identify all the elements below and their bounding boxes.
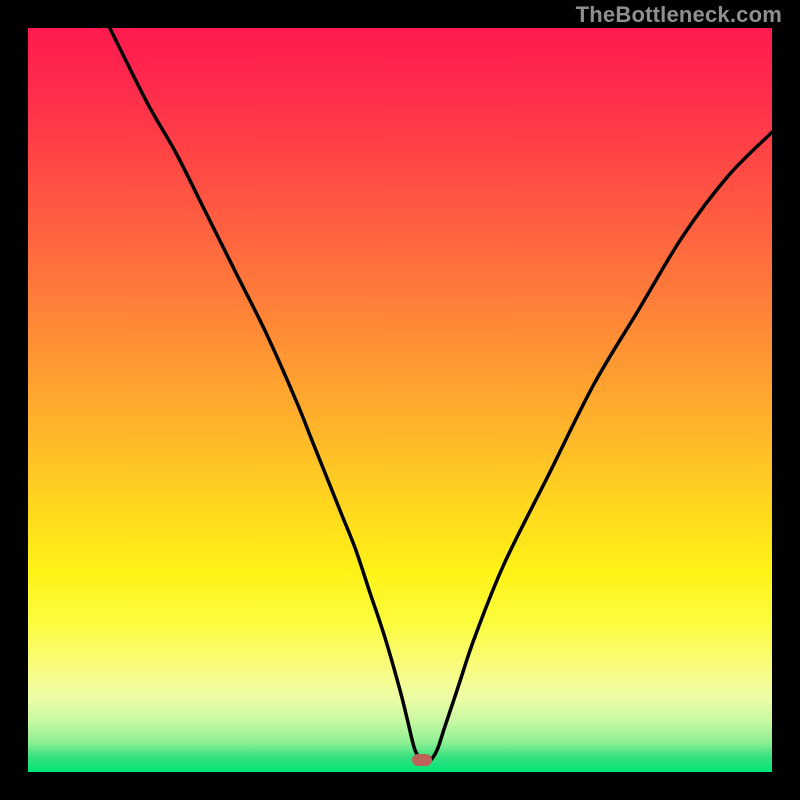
- bottleneck-marker-icon: [412, 754, 432, 766]
- curve-path: [110, 28, 772, 762]
- chart-container: TheBottleneck.com: [0, 0, 800, 800]
- plot-area: [28, 28, 772, 772]
- watermark-text: TheBottleneck.com: [576, 2, 782, 28]
- bottleneck-curve: [28, 28, 772, 772]
